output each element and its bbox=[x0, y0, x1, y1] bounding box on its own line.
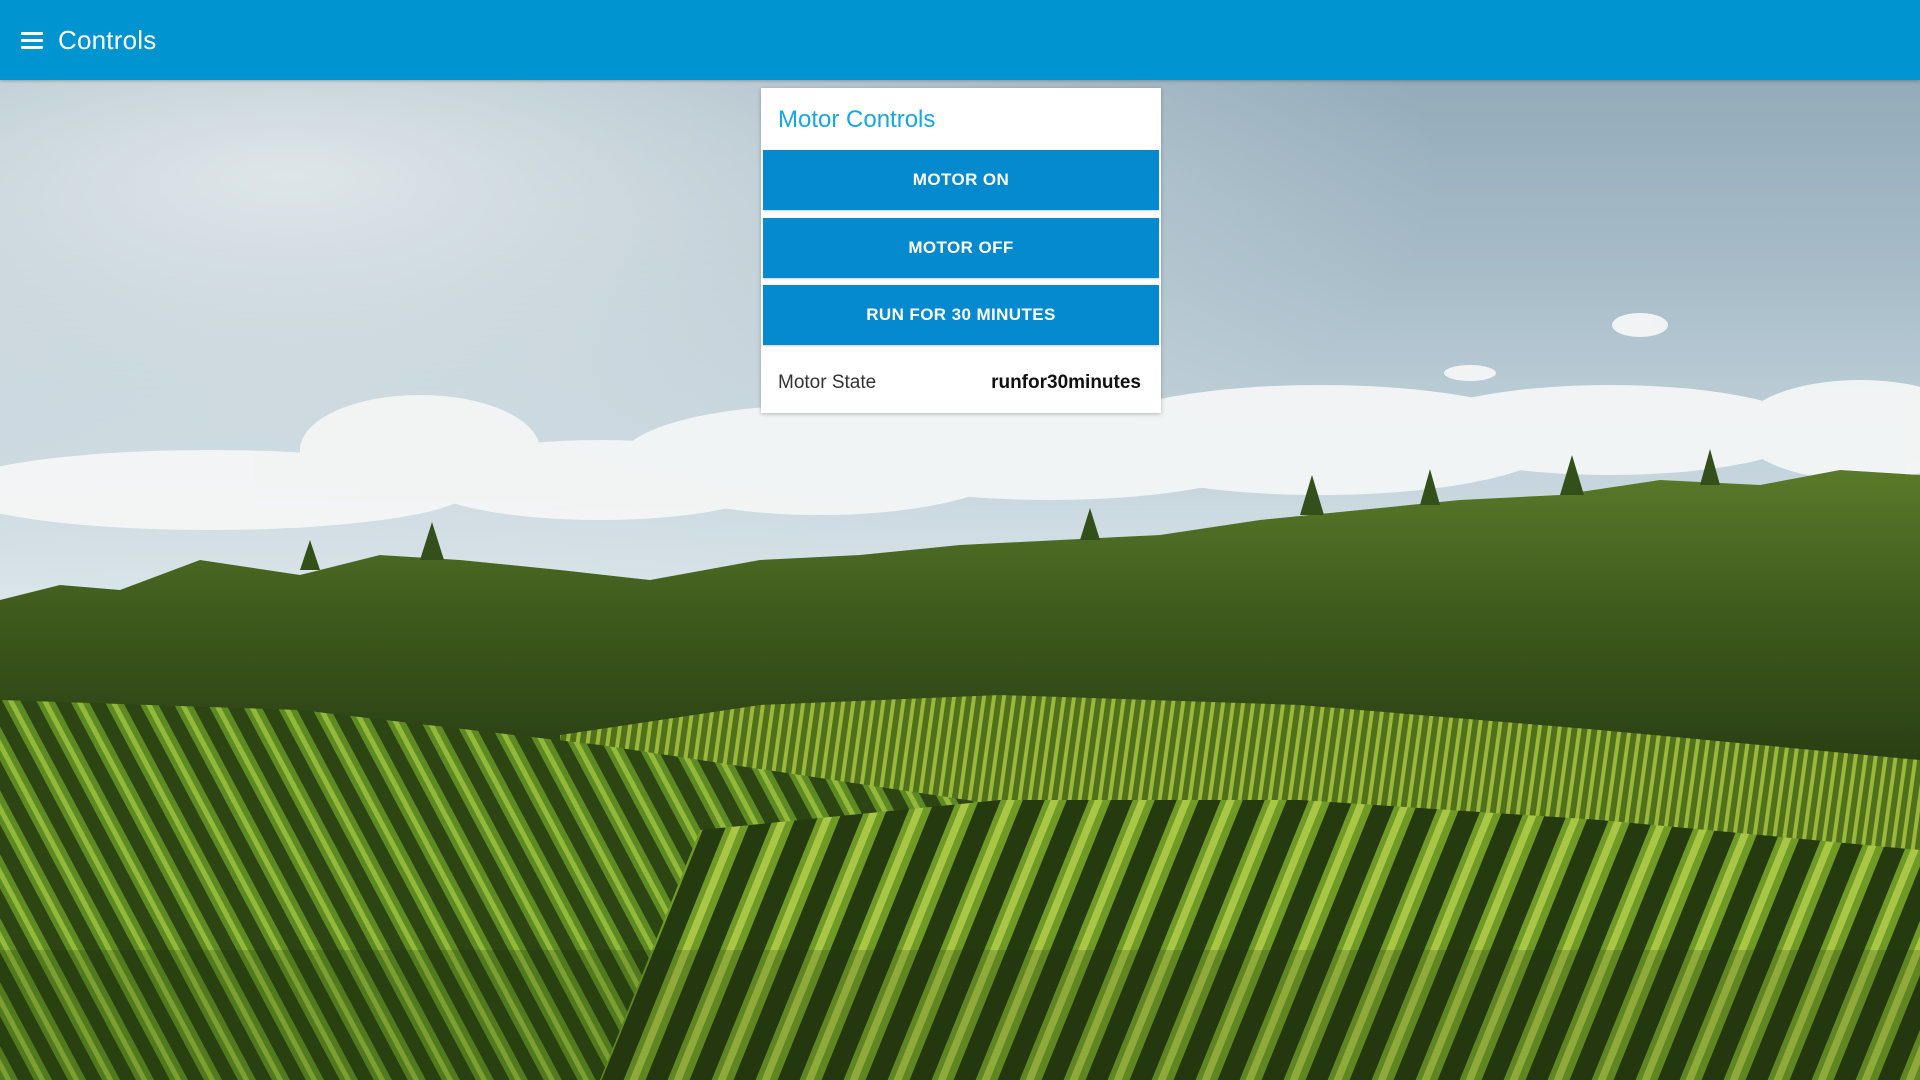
hamburger-menu-icon[interactable] bbox=[21, 26, 49, 54]
run-30-minutes-button[interactable]: RUN FOR 30 MINUTES bbox=[763, 285, 1159, 345]
motor-controls-card: Motor Controls MOTOR ON MOTOR OFF RUN FO… bbox=[761, 88, 1161, 413]
motor-state-row: Motor State runfor30minutes bbox=[778, 372, 1141, 394]
motor-state-value: runfor30minutes bbox=[991, 372, 1141, 393]
app-header: Controls bbox=[0, 0, 1920, 80]
motor-state-label: Motor State bbox=[778, 372, 877, 393]
motor-off-button[interactable]: MOTOR OFF bbox=[763, 218, 1159, 278]
card-title: Motor Controls bbox=[778, 106, 936, 133]
motor-on-button[interactable]: MOTOR ON bbox=[763, 150, 1159, 210]
page-title: Controls bbox=[58, 24, 157, 55]
